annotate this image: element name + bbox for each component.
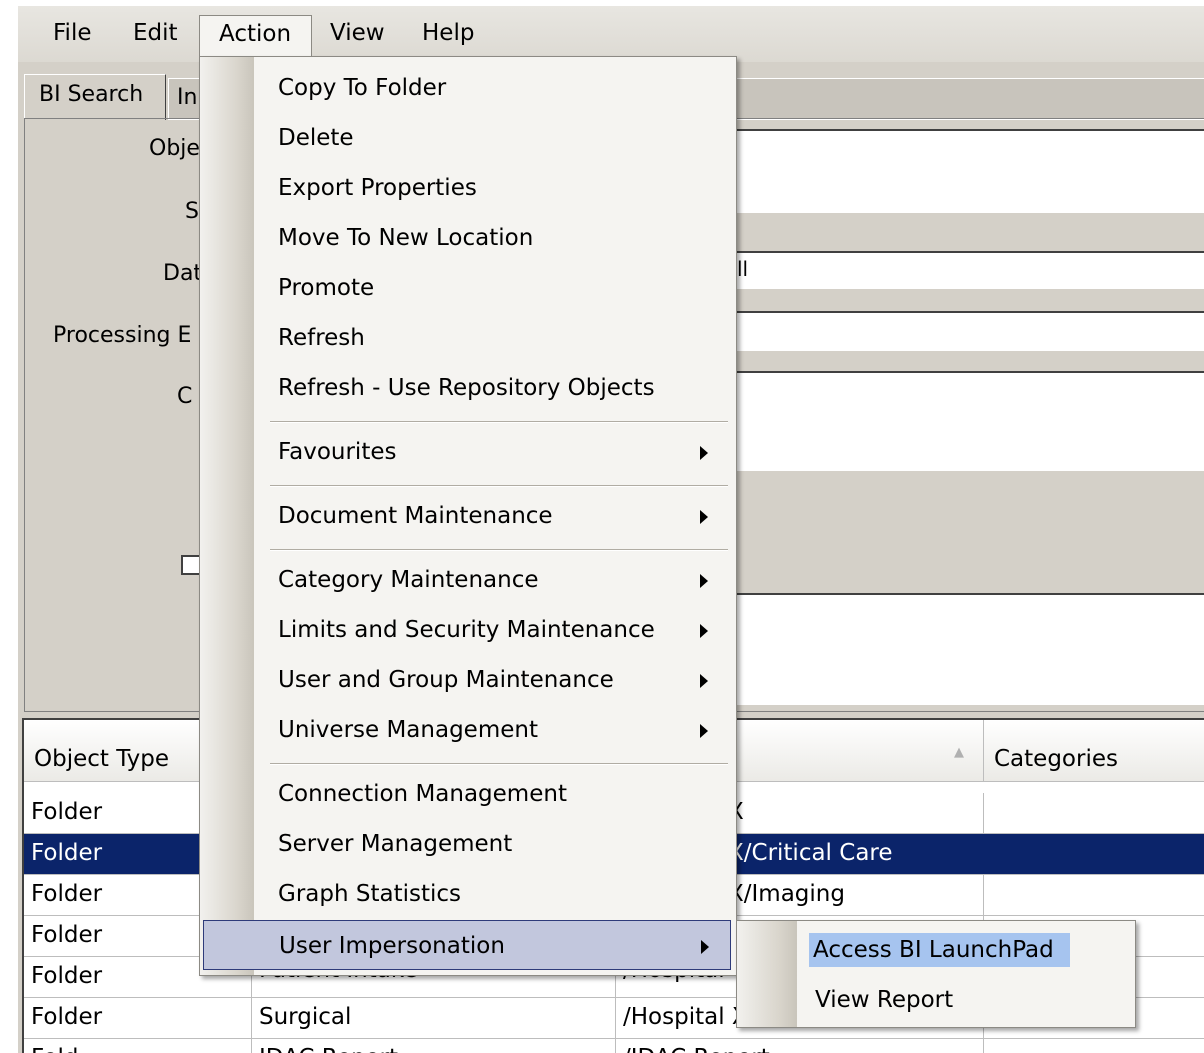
menu-item-label: Server Management [278,831,513,857]
tab-bi-search[interactable]: BI Search [24,74,166,120]
lower-input[interactable] [735,593,1204,705]
action-menu: Copy To Folder Delete Export Properties … [199,56,737,976]
menu-item-label: Document Maintenance [278,503,553,529]
submenu-item-access-bi-launchpad[interactable]: Access BI LaunchPad [809,933,1070,967]
cell-categories [984,793,1204,833]
menu-separator [270,485,728,487]
menu-item-server-management[interactable]: Server Management [200,818,736,868]
sort-ascending-icon: ▲ [954,745,964,760]
column-header-categories[interactable]: Categories [984,720,1204,782]
submenu-arrow-icon [700,446,708,460]
menu-item-refresh[interactable]: Refresh [200,312,736,362]
menu-item-label: Favourites [278,439,397,465]
menu-item-label: Promote [278,275,375,301]
menu-help[interactable]: Help [422,20,474,46]
cell-object-type: Fold [24,1039,252,1053]
submenu-arrow-icon [700,574,708,588]
cell-name: Surgical [252,998,616,1038]
submenu-arrow-icon [700,510,708,524]
cell-name: IDAC Report [252,1039,616,1053]
menu-item-connection-management[interactable]: Connection Management [200,768,736,818]
submenu-arrow-icon [700,624,708,638]
menu-gutter [737,921,797,1027]
menu-edit[interactable]: Edit [133,20,178,46]
menu-item-label: Refresh [278,325,365,351]
menu-item-label: Delete [278,125,354,151]
menu-action[interactable]: Action [199,15,313,62]
menu-item-label: Export Properties [278,175,477,201]
menu-item-label: Universe Management [278,717,538,743]
submenu-arrow-icon [701,940,709,954]
menu-item-label: Limits and Security Maintenance [278,617,655,643]
menu-item-label: Move To New Location [278,225,534,251]
cell-categories [984,834,1204,874]
option-checkbox[interactable] [181,555,201,575]
field-label-object: Obje [149,136,200,161]
table-row[interactable]: Fold IDAC Report /IDAC Report [24,1039,1204,1053]
menu-item-label: Refresh - Use Repository Objects [278,375,655,401]
menu-item-user-impersonation[interactable]: User Impersonation [203,920,731,970]
cell-categories [984,875,1204,915]
menu-item-universe-management[interactable]: Universe Management [200,704,736,754]
menu-item-label: Connection Management [278,781,567,807]
cell-categories [984,1039,1204,1053]
menu-item-export-properties[interactable]: Export Properties [200,162,736,212]
menu-separator [270,421,728,423]
menu-item-label: Category Maintenance [278,567,539,593]
menu-separator [270,763,728,765]
menu-item-copy-to-folder[interactable]: Copy To Folder [200,62,736,112]
menu-item-refresh-repository[interactable]: Refresh - Use Repository Objects [200,362,736,412]
menu-item-graph-statistics[interactable]: Graph Statistics [200,868,736,918]
field-label-c: C [177,384,193,409]
menu-view[interactable]: View [330,20,385,46]
menu-item-move-to-new-location[interactable]: Move To New Location [200,212,736,262]
object-input[interactable] [735,129,1204,213]
date-input[interactable]: ll [735,251,1204,289]
menu-item-label: Copy To Folder [278,75,447,101]
menu-item-favourites[interactable]: Favourites [200,426,736,476]
cell-object-type: Folder [24,998,252,1038]
menu-item-user-group-maintenance[interactable]: User and Group Maintenance [200,654,736,704]
menu-item-document-maintenance[interactable]: Document Maintenance [200,490,736,540]
field-label-date: Dat [163,261,203,286]
menu-item-label: User and Group Maintenance [278,667,614,693]
user-impersonation-submenu: Access BI LaunchPad View Report [736,920,1136,1028]
field-label-processing: Processing E [53,323,192,348]
field-label-s: S [185,199,199,224]
menu-item-promote[interactable]: Promote [200,262,736,312]
menu-separator [270,549,728,551]
submenu-item-view-report[interactable]: View Report [815,987,953,1013]
menu-item-category-maintenance[interactable]: Category Maintenance [200,554,736,604]
menu-item-limits-security[interactable]: Limits and Security Maintenance [200,604,736,654]
menu-file[interactable]: File [53,20,92,46]
menu-item-label: User Impersonation [279,933,505,959]
processing-input[interactable] [735,311,1204,351]
menu-item-delete[interactable]: Delete [200,112,736,162]
menu-bar: File Edit Action View Help [18,6,1204,62]
c-input[interactable] [735,371,1204,471]
submenu-arrow-icon [700,724,708,738]
submenu-arrow-icon [700,674,708,688]
menu-item-label: Graph Statistics [278,881,462,907]
cell-path: /IDAC Report [616,1039,984,1053]
